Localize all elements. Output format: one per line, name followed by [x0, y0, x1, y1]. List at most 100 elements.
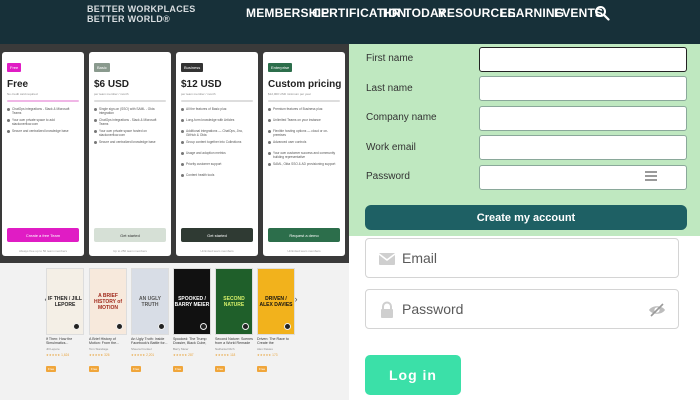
audio-badge-icon — [116, 323, 123, 330]
check-icon — [268, 130, 271, 133]
book-cover[interactable]: A BRIEF HISTORY of MOTION — [89, 268, 127, 335]
work-email-field[interactable] — [479, 135, 687, 160]
plan-footer-note: Always free up to 50 team members — [18, 249, 68, 253]
audio-badge-icon — [242, 323, 249, 330]
plan-feature: ChatOps integrations - Slack & Microsoft… — [7, 107, 79, 115]
plan-subtitle: per team member / month — [94, 92, 129, 96]
first-name-field[interactable] — [479, 47, 687, 72]
book-item[interactable]: SECOND NATURE Second Nature: Scenes from … — [215, 268, 253, 375]
book-item[interactable]: DRIVEN / ALEX DAVIES Driven: The Race to … — [257, 268, 295, 375]
book-cover-text: AN UGLY TRUTH — [138, 295, 162, 308]
book-author: Jill Lepore — [46, 347, 60, 351]
check-icon — [268, 141, 271, 144]
book-title[interactable]: An Ugly Truth: Inside Facebook's Battle … — [131, 337, 169, 346]
login-button[interactable]: Log in — [365, 355, 461, 395]
plan-feature-list: Single sign-on (SSO) with SAML - Okta in… — [94, 107, 166, 148]
check-icon — [181, 152, 184, 155]
plan-feature: Premium features of Business plus: — [268, 107, 340, 115]
create-account-button[interactable]: Create my account — [365, 205, 687, 230]
book-title[interactable]: If Then: How the Simulmatics... — [46, 337, 84, 346]
book-item[interactable]: IF THEN / JILL LEPORE If Then: How the Si… — [46, 268, 84, 375]
plan-feature-text: ChatOps integrations - Slack & Microsoft… — [99, 118, 157, 126]
password-placeholder: Password — [402, 301, 464, 317]
book-rating: ★★★★★ 173 — [257, 353, 278, 357]
book-title[interactable]: Driven: The Race to Create the Autonomou… — [257, 337, 295, 346]
plan-feature-list: ChatOps integrations - Slack & Microsoft… — [7, 107, 79, 137]
book-item[interactable]: SPOOKED / BARRY MEIER Spooked: The Trump … — [173, 268, 211, 375]
login-email-field[interactable]: Email — [365, 238, 679, 278]
plan-cta-button[interactable]: Request a demo — [268, 228, 340, 242]
book-cover-text: IF THEN / JILL LEPORE — [48, 295, 82, 308]
book-carousel: ‹ › IF THEN / JILL LEPOREIf Then: How th… — [0, 263, 349, 400]
book-cover[interactable]: IF THEN / JILL LEPORE — [46, 268, 84, 335]
book-title[interactable]: Spooked: The Trump Dossier, Black Cube, … — [173, 337, 211, 346]
plan-feature-text: Priority customer support — [186, 162, 222, 166]
plan-card-enterprise: Enterprise Custom pricing $12,000 USD mini… — [263, 52, 345, 256]
book-item[interactable]: A BRIEF HISTORY of MOTION A Brief History… — [89, 268, 127, 375]
pricing-panel: Free Free No credit card required ChatOps i… — [0, 44, 349, 263]
plan-feature: Single sign-on (SSO) with SAML - Okta in… — [94, 107, 166, 115]
book-tag: Free — [131, 366, 142, 372]
password-label: Password — [366, 171, 410, 182]
company-name-field[interactable] — [479, 106, 687, 131]
plan-feature: Group content together into Collections — [181, 140, 253, 148]
plan-card-basic: Basic $6 USD per team member / month Single… — [89, 52, 171, 256]
brand-line-1: BETTER WORKPLACES — [87, 4, 196, 14]
plan-divider — [181, 100, 253, 102]
plan-feature-text: Your own private space hosted on stackov… — [99, 129, 147, 137]
plan-feature-list: Premium features of Business plus: Unlimi… — [268, 107, 340, 170]
plan-feature-text: Flexible hosting options — cloud or on-p… — [273, 129, 329, 137]
book-cover[interactable]: SPOOKED / BARRY MEIER — [173, 268, 211, 335]
mail-icon — [378, 253, 396, 265]
book-cover[interactable]: AN UGLY TRUTH — [131, 268, 169, 335]
book-item[interactable]: AN UGLY TRUTH An Ugly Truth: Inside Faceb… — [131, 268, 169, 375]
plan-cta-button[interactable]: Create a free Team — [7, 228, 79, 242]
audio-badge-icon — [200, 323, 207, 330]
plan-price: $6 USD — [94, 79, 130, 90]
book-cover-text: SPOOKED / BARRY MEIER — [174, 295, 210, 308]
check-icon — [181, 119, 184, 122]
book-author: Alex Davies — [257, 347, 273, 351]
plan-feature-text: Secure and centralized knowledge base — [99, 140, 156, 144]
login-password-field[interactable]: Password — [365, 289, 679, 329]
plan-divider — [94, 100, 166, 102]
plan-badge: Basic — [94, 63, 110, 72]
check-icon — [181, 174, 184, 177]
book-rating: ★★★★★ 2,201 — [131, 353, 155, 357]
check-icon — [268, 163, 271, 166]
check-icon — [268, 119, 271, 122]
search-icon[interactable] — [594, 5, 610, 21]
check-icon — [94, 130, 97, 133]
plan-cta-button[interactable]: Get started — [94, 228, 166, 242]
nav-item-hr-today[interactable]: HR TODAY — [383, 6, 446, 20]
plan-footer-note: Up to 250 team members — [113, 249, 147, 253]
plan-price: Custom pricing — [268, 79, 342, 90]
plan-feature: Your own private space to add stackoverf… — [7, 118, 79, 126]
book-cover[interactable]: DRIVEN / ALEX DAVIES — [257, 268, 295, 335]
plan-feature: Secure and centralized knowledge base — [7, 129, 79, 137]
audio-badge-icon — [158, 323, 165, 330]
book-cover[interactable]: SECOND NATURE — [215, 268, 253, 335]
book-title[interactable]: Second Nature: Scenes from a World Remad… — [215, 337, 253, 346]
plan-divider — [268, 100, 340, 102]
plan-feature-text: Premium features of Business plus: — [273, 107, 324, 111]
password-manager-icon[interactable] — [644, 169, 658, 183]
book-cover-text: DRIVEN / ALEX DAVIES — [259, 295, 293, 308]
book-rating: ★★★★★ 287 — [173, 353, 194, 357]
book-title[interactable]: A Brief History of Motion: From the... — [89, 337, 127, 346]
plan-cta-button[interactable]: Get started — [181, 228, 253, 242]
eye-off-icon[interactable] — [648, 301, 666, 319]
book-tag: Free — [46, 366, 57, 372]
check-icon — [268, 152, 271, 155]
brand-logo[interactable]: BETTER WORKPLACES BETTER WORLD® — [87, 4, 196, 24]
plan-divider — [7, 100, 79, 102]
plan-feature-text: Group content together into Collections — [186, 140, 242, 144]
plan-subtitle: per team member / month — [181, 92, 216, 96]
book-rating: ★★★★★ 326 — [89, 353, 110, 357]
book-tag: Free — [173, 366, 184, 372]
top-navigation-bar: BETTER WORKPLACES BETTER WORLD® MEMBERSH… — [0, 0, 700, 44]
check-icon — [94, 119, 97, 122]
book-tag: Free — [89, 366, 100, 372]
check-icon — [7, 119, 10, 122]
last-name-field[interactable] — [479, 76, 687, 101]
